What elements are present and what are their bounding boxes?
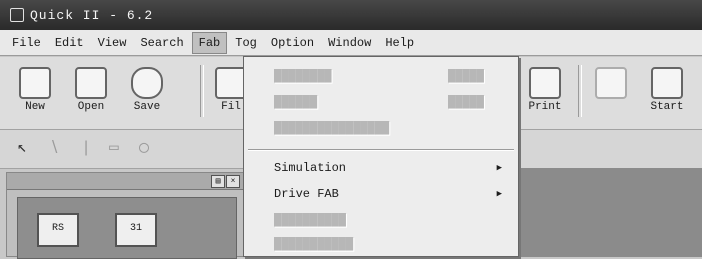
- restore-icon[interactable]: ▤: [211, 175, 225, 188]
- save-button[interactable]: Save: [122, 63, 172, 121]
- fab-menu-item-disabled: ██████ █████: [274, 91, 514, 113]
- save-button-label: Save: [133, 101, 161, 113]
- panel-titlebar: ▤ ×: [7, 173, 243, 190]
- toolbar-separator: [200, 65, 204, 117]
- print-button[interactable]: Print: [520, 63, 570, 121]
- start-icon: [651, 67, 683, 99]
- fab-menu-item-disabled: ████████████████: [274, 117, 514, 139]
- menu-separator: [248, 149, 514, 151]
- menu-help[interactable]: Help: [379, 32, 420, 54]
- open-button[interactable]: Open: [66, 63, 116, 121]
- ellipse-tool-icon[interactable]: ◯: [134, 138, 154, 158]
- new-button[interactable]: New: [10, 63, 60, 121]
- printer-icon: [529, 67, 561, 99]
- work-area[interactable]: [516, 168, 702, 257]
- new-document-icon: [19, 67, 51, 99]
- menu-file[interactable]: File: [6, 32, 47, 54]
- fab-menu-item-label: ███████████: [274, 237, 354, 251]
- open-button-label: Open: [77, 101, 105, 113]
- layout-panel: ▤ × RS 31: [6, 172, 244, 259]
- fab-menu-item-shortcut: █████: [447, 95, 484, 109]
- fab-menu-item-label: ██████: [274, 95, 318, 109]
- title-bar: Quick II - 6.2: [0, 0, 702, 30]
- menu-view[interactable]: View: [92, 32, 133, 54]
- fab-menu-item-shortcut: █████: [447, 69, 484, 83]
- menu-search[interactable]: Search: [134, 32, 189, 54]
- fab-menu-item-label: Drive FAB: [274, 187, 339, 201]
- menu-edit[interactable]: Edit: [49, 32, 90, 54]
- app-icon: [10, 8, 24, 22]
- new-button-label: New: [25, 101, 45, 113]
- print-button-label: Print: [528, 101, 562, 113]
- pattern-button[interactable]: [586, 63, 636, 121]
- submenu-arrow-icon: ▶: [496, 163, 502, 173]
- fab-menu-item-label: ████████: [274, 69, 332, 83]
- select-arrow-icon[interactable]: ↖: [12, 138, 32, 158]
- layout-block[interactable]: 31: [115, 213, 157, 247]
- fab-menu-item-label: ████████████████: [274, 121, 390, 135]
- fab-menu-simulation[interactable]: Simulation ▶: [274, 157, 514, 179]
- vertical-line-tool-icon[interactable]: |: [76, 138, 96, 158]
- fab-menu-item-label: Simulation: [274, 161, 347, 175]
- fab-menu-item-disabled: ██████████: [274, 209, 514, 231]
- menu-option[interactable]: Option: [265, 32, 320, 54]
- submenu-arrow-icon: ▶: [496, 189, 502, 199]
- menu-bar: File Edit View Search Fab Tog Option Win…: [0, 30, 702, 56]
- menu-tog[interactable]: Tog: [229, 32, 263, 54]
- menu-fab[interactable]: Fab: [191, 31, 228, 54]
- fab-dropdown-menu: ████████ █████ ██████ █████ ████████████…: [243, 56, 519, 257]
- save-icon: [131, 67, 163, 99]
- fab-menu-item-label: ██████████: [274, 213, 347, 227]
- open-folder-icon: [75, 67, 107, 99]
- rectangle-tool-icon[interactable]: ▭: [104, 138, 124, 158]
- layout-block[interactable]: RS: [37, 213, 79, 247]
- pattern-icon: [595, 67, 627, 99]
- fab-menu-item-disabled: ████████ █████: [274, 65, 514, 87]
- start-button[interactable]: Start: [642, 63, 692, 121]
- toolbar-separator: [578, 65, 582, 117]
- line-tool-icon[interactable]: ∖: [44, 138, 64, 158]
- close-icon[interactable]: ×: [226, 175, 240, 188]
- menu-window[interactable]: Window: [322, 32, 377, 54]
- start-button-label: Start: [650, 101, 684, 113]
- window-title: Quick II - 6.2: [30, 7, 154, 23]
- fab-menu-drive-fab[interactable]: Drive FAB ▶: [274, 183, 514, 205]
- fab-menu-item-disabled: ███████████: [274, 233, 514, 255]
